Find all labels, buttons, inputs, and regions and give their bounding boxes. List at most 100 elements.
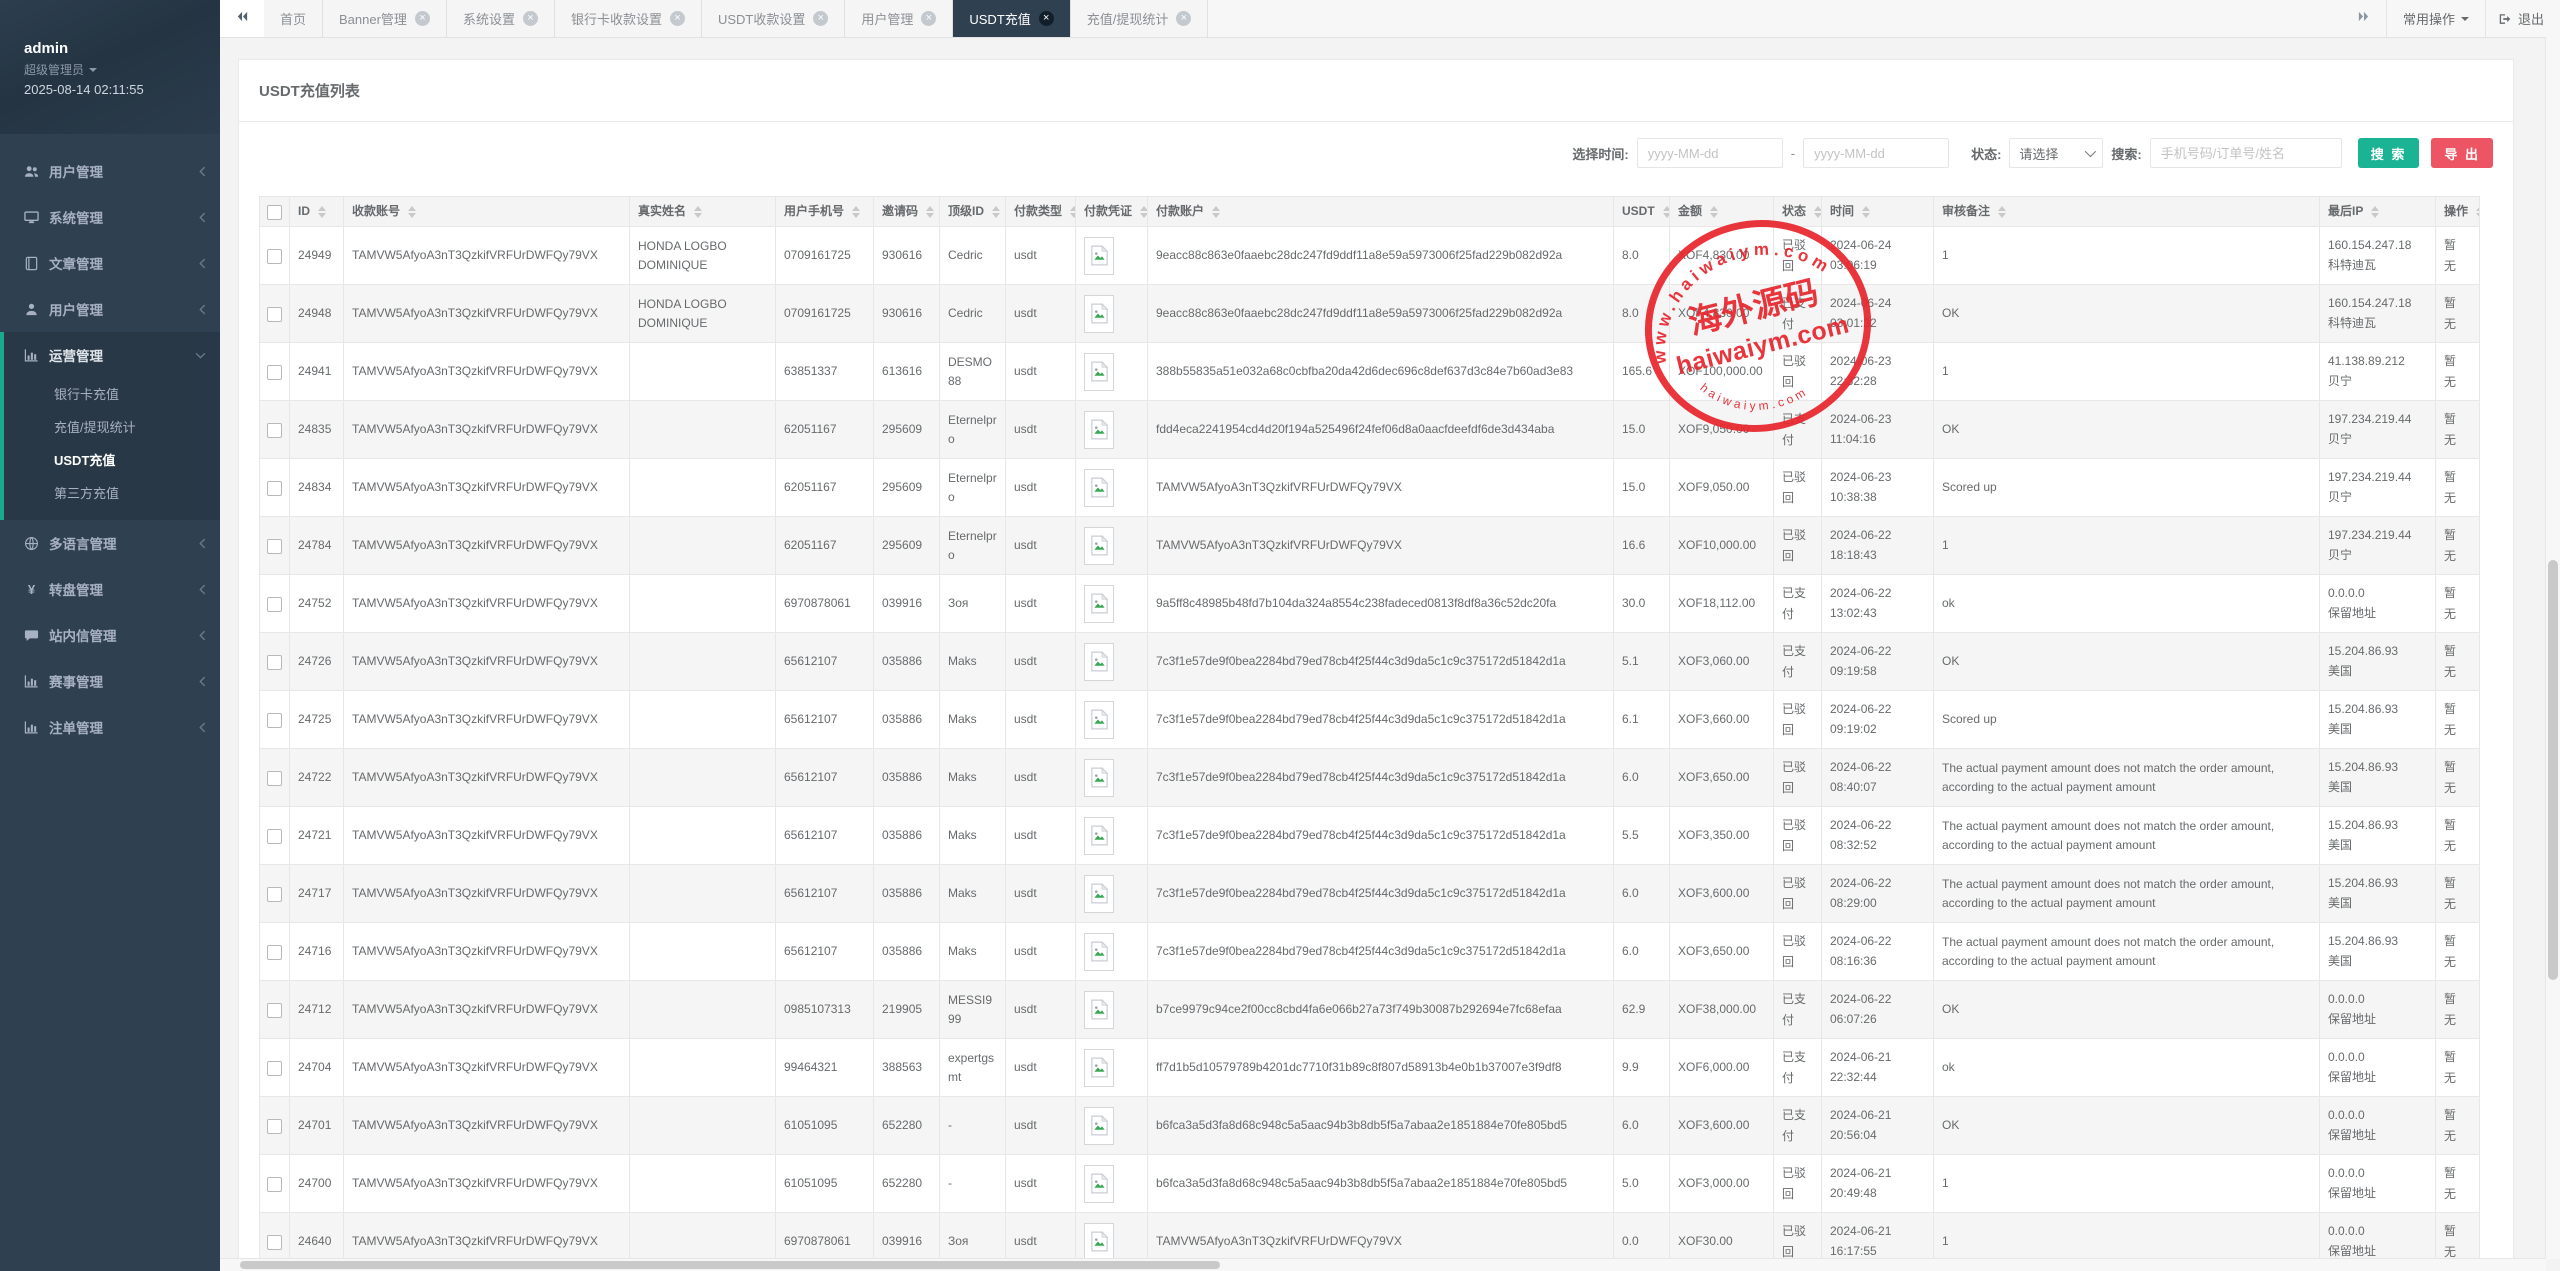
horizontal-scrollbar[interactable]	[220, 1258, 2546, 1271]
tab-close-icon[interactable]: ×	[1039, 11, 1054, 26]
sidebar-item-bet-mgmt[interactable]: 注单管理	[0, 704, 220, 750]
tab-close-icon[interactable]: ×	[921, 11, 936, 26]
export-button[interactable]: 导 出	[2431, 138, 2493, 168]
sidebar-item-system-mgmt[interactable]: 系统管理	[0, 194, 220, 240]
row-checkbox[interactable]	[267, 539, 282, 554]
sidebar-item-user-mgmt-2[interactable]: 用户管理	[0, 286, 220, 332]
user-role-dropdown[interactable]: 超级管理员	[24, 61, 220, 78]
select-all-checkbox[interactable]	[267, 205, 282, 220]
sort-icon[interactable]	[318, 206, 326, 218]
row-checkbox[interactable]	[267, 1061, 282, 1076]
row-checkbox[interactable]	[267, 1119, 282, 1134]
tab-close-icon[interactable]: ×	[415, 11, 430, 26]
row-checkbox[interactable]	[267, 887, 282, 902]
tab-系统设置[interactable]: 系统设置 ×	[447, 0, 555, 37]
date-to-input[interactable]	[1803, 138, 1949, 168]
users-icon	[24, 164, 39, 179]
common-actions-dropdown[interactable]: 常用操作	[2386, 0, 2485, 37]
payment-voucher-thumbnail[interactable]	[1084, 817, 1114, 855]
tab-充值/提现统计[interactable]: 充值/提现统计 ×	[1071, 0, 1209, 37]
row-checkbox[interactable]	[267, 481, 282, 496]
sort-icon[interactable]	[1212, 206, 1220, 218]
payment-voucher-thumbnail[interactable]	[1084, 295, 1114, 333]
row-checkbox[interactable]	[267, 307, 282, 322]
row-checkbox[interactable]	[267, 249, 282, 264]
payment-voucher-thumbnail[interactable]	[1084, 585, 1114, 623]
sidebar-item-mail-mgmt[interactable]: 站内信管理	[0, 612, 220, 658]
row-checkbox[interactable]	[267, 713, 282, 728]
sort-icon[interactable]	[1998, 206, 2006, 218]
payment-voucher-thumbnail[interactable]	[1084, 1107, 1114, 1145]
sort-icon[interactable]	[1862, 206, 1870, 218]
status-select[interactable]: 请选择	[2009, 138, 2103, 168]
sort-icon[interactable]	[992, 206, 1000, 218]
sidebar-item-user-mgmt-1[interactable]: 用户管理	[0, 148, 220, 194]
sidebar-subitem-第三方充值[interactable]: 第三方充值	[4, 477, 220, 510]
search-button[interactable]: 搜 索	[2358, 138, 2420, 168]
sort-icon[interactable]	[1663, 206, 1669, 218]
tab-USDT收款设置[interactable]: USDT收款设置 ×	[702, 0, 845, 37]
tab-Banner管理[interactable]: Banner管理 ×	[323, 0, 447, 37]
payment-voucher-thumbnail[interactable]	[1084, 933, 1114, 971]
row-checkbox[interactable]	[267, 365, 282, 380]
sort-icon[interactable]	[694, 206, 702, 218]
row-checkbox[interactable]	[267, 597, 282, 612]
payment-voucher-thumbnail[interactable]	[1084, 643, 1114, 681]
sidebar-item-operation-mgmt[interactable]: 运营管理	[4, 332, 220, 378]
row-checkbox[interactable]	[267, 655, 282, 670]
vertical-scrollbar-thumb[interactable]	[2548, 560, 2558, 980]
tab-首页[interactable]: 首页	[264, 0, 323, 37]
tab-close-icon[interactable]: ×	[523, 11, 538, 26]
sort-icon[interactable]	[1814, 206, 1821, 218]
sidebar-item-wheel-mgmt[interactable]: ¥ 转盘管理	[0, 566, 220, 612]
sidebar-subitem-充值/提现统计[interactable]: 充值/提现统计	[4, 411, 220, 444]
sidebar-item-article-mgmt[interactable]: 文章管理	[0, 240, 220, 286]
payment-voucher-thumbnail[interactable]	[1084, 237, 1114, 275]
payment-voucher-thumbnail[interactable]	[1084, 411, 1114, 449]
date-from-input[interactable]	[1637, 138, 1783, 168]
cell-pay-account: 7c3f1e57de9f0bea2284bd79ed78cb4f25f44c3d…	[1148, 865, 1614, 923]
sort-icon[interactable]	[408, 206, 416, 218]
row-checkbox[interactable]	[267, 945, 282, 960]
vertical-scrollbar[interactable]	[2545, 37, 2560, 1259]
sidebar-subitem-银行卡充值[interactable]: 银行卡充值	[4, 378, 220, 411]
logout-button[interactable]: 退出	[2485, 0, 2560, 37]
sidebar-subitem-USDT充值[interactable]: USDT充值	[4, 444, 220, 477]
sort-icon[interactable]	[926, 206, 934, 218]
payment-voucher-thumbnail[interactable]	[1084, 527, 1114, 565]
payment-voucher-thumbnail[interactable]	[1084, 1223, 1114, 1261]
sort-icon[interactable]	[2371, 206, 2379, 218]
tab-close-icon[interactable]: ×	[670, 11, 685, 26]
payment-voucher-thumbnail[interactable]	[1084, 469, 1114, 507]
row-checkbox[interactable]	[267, 829, 282, 844]
logout-icon	[2498, 12, 2512, 26]
sort-icon[interactable]	[852, 206, 860, 218]
row-checkbox[interactable]	[267, 771, 282, 786]
row-checkbox[interactable]	[267, 1235, 282, 1250]
sidebar-item-match-mgmt[interactable]: 赛事管理	[0, 658, 220, 704]
horizontal-scrollbar-thumb[interactable]	[240, 1261, 1220, 1269]
sort-icon[interactable]	[1070, 206, 1075, 218]
row-checkbox[interactable]	[267, 1177, 282, 1192]
sort-icon[interactable]	[2476, 206, 2479, 218]
row-checkbox[interactable]	[267, 1003, 282, 1018]
tab-银行卡收款设置[interactable]: 银行卡收款设置 ×	[555, 0, 702, 37]
payment-voucher-thumbnail[interactable]	[1084, 875, 1114, 913]
payment-voucher-thumbnail[interactable]	[1084, 353, 1114, 391]
tabs-scroll-right-button[interactable]	[2342, 10, 2386, 28]
payment-voucher-thumbnail[interactable]	[1084, 701, 1114, 739]
sidebar-item-multilang-mgmt[interactable]: 多语言管理	[0, 520, 220, 566]
payment-voucher-thumbnail[interactable]	[1084, 1165, 1114, 1203]
sort-icon[interactable]	[1140, 206, 1147, 218]
payment-voucher-thumbnail[interactable]	[1084, 991, 1114, 1029]
tab-close-icon[interactable]: ×	[813, 11, 828, 26]
payment-voucher-thumbnail[interactable]	[1084, 1049, 1114, 1087]
tab-用户管理[interactable]: 用户管理 ×	[845, 0, 953, 37]
sort-icon[interactable]	[1710, 206, 1718, 218]
tabs-scroll-left-button[interactable]	[220, 0, 264, 37]
payment-voucher-thumbnail[interactable]	[1084, 759, 1114, 797]
tab-USDT充值[interactable]: USDT充值 ×	[953, 0, 1070, 37]
search-input[interactable]	[2150, 138, 2342, 168]
row-checkbox[interactable]	[267, 423, 282, 438]
tab-close-icon[interactable]: ×	[1176, 11, 1191, 26]
